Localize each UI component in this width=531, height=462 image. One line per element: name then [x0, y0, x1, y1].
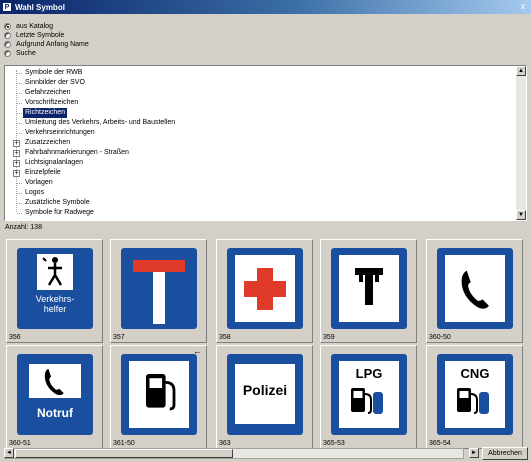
symbol-cell[interactable]: 358 — [216, 239, 313, 343]
symbol-code: 365-53 — [323, 440, 345, 447]
tree-vertical-scrollbar[interactable]: ▲ ▼ — [516, 66, 526, 220]
tree-item[interactable]: Zusatzzeichen — [23, 138, 72, 148]
expand-toggle[interactable]: + — [13, 149, 20, 157]
symbol-code: 357 — [113, 334, 125, 341]
scroll-thumb[interactable] — [15, 449, 233, 458]
tree-branch — [17, 203, 22, 204]
sign-text: LPG — [355, 366, 383, 381]
symbol-code: 358 — [219, 334, 231, 341]
symbol-code: 363 — [219, 440, 231, 447]
tree-branch — [17, 193, 22, 194]
traffic-sign-notruf-icon — [15, 352, 95, 437]
scroll-down-button[interactable]: ▼ — [516, 210, 526, 220]
tree-item[interactable]: Lichtsignalanlagen — [23, 158, 85, 168]
tree-item[interactable]: Symbole für Radwege — [23, 208, 96, 218]
symbol-cell[interactable]: Notruf 360-51 — [6, 345, 103, 449]
radio-button[interactable] — [4, 50, 11, 57]
tree-item[interactable]: Symbole der RWB — [23, 68, 84, 78]
tree-item[interactable]: Gefahrzeichen — [23, 88, 73, 98]
sign-text: Notruf — [37, 406, 73, 420]
symbol-cell[interactable]: 359 — [320, 239, 417, 343]
symbol-code: 359 — [323, 334, 335, 341]
option-label: Suche — [16, 50, 36, 57]
symbol-code: 360-51 — [9, 440, 31, 447]
symbol-cell[interactable]: ← 361-50 — [110, 345, 207, 449]
tree-item[interactable]: Zusätzliche Symbole — [23, 198, 92, 208]
tree-branch — [17, 73, 22, 74]
traffic-sign-phone-icon — [435, 246, 515, 331]
option-row[interactable]: Aufgrund Anfang Name — [4, 40, 89, 49]
radio-button[interactable] — [4, 23, 11, 30]
close-button[interactable]: x — [517, 1, 529, 12]
option-row[interactable]: Suche — [4, 49, 89, 58]
sign-text: CNG — [460, 366, 490, 381]
traffic-sign-deadend-icon — [119, 246, 199, 331]
tree-branch — [17, 213, 22, 214]
expand-toggle[interactable]: + — [13, 139, 20, 147]
tree-item[interactable]: Verkehrseinrichtungen — [23, 128, 97, 138]
option-label: Letzte Symbole — [16, 32, 65, 39]
symbol-code: 365-54 — [429, 440, 451, 447]
symbol-code: 361-50 — [113, 440, 135, 447]
tree-branch — [17, 93, 22, 94]
traffic-sign-fuel-icon — [119, 352, 199, 437]
symbol-cell[interactable]: Verkehrs- helfer 356 — [6, 239, 103, 343]
left-arrow-icon: ← — [193, 346, 202, 356]
traffic-sign-wrench-icon — [329, 246, 409, 331]
tree-item[interactable]: Logos — [23, 188, 46, 198]
tree-branch — [17, 113, 22, 114]
tree-item[interactable]: Vorschriftzeichen — [23, 98, 80, 108]
tree-branch — [17, 183, 22, 184]
symbol-cell[interactable]: 357 — [110, 239, 207, 343]
radio-button[interactable] — [4, 41, 11, 48]
symbol-code: 360-50 — [429, 334, 451, 341]
symbol-cell[interactable]: 360-50 — [426, 239, 523, 343]
scroll-left-button[interactable]: ◄ — [4, 448, 14, 458]
option-row[interactable]: aus Katalog — [4, 22, 89, 31]
tree-branch — [17, 133, 22, 134]
radio-button[interactable] — [4, 32, 11, 39]
expand-toggle[interactable]: + — [13, 169, 20, 177]
scroll-right-button[interactable]: ► — [469, 448, 479, 458]
tree-item[interactable]: Sinnbilder der SVO — [23, 78, 87, 88]
tree-item[interactable]: Richtzeichen — [23, 108, 68, 118]
tree-item[interactable]: Umleitung des Verkehrs, Arbeits- und Bau… — [23, 118, 177, 128]
scroll-up-button[interactable]: ▲ — [516, 66, 526, 76]
tree-branch — [17, 103, 22, 104]
option-label: Aufgrund Anfang Name — [16, 41, 89, 48]
app-icon: P — [2, 2, 12, 12]
traffic-sign-lpg-icon — [329, 352, 409, 437]
traffic-sign-firstaid-icon — [225, 246, 305, 331]
tree-branch — [17, 83, 22, 84]
cancel-button[interactable]: Abbrechen — [482, 447, 528, 460]
tree-item[interactable]: Fahrbahnmarkierungen - Straßen — [23, 148, 131, 158]
expand-toggle[interactable]: + — [13, 159, 20, 167]
source-options: aus Katalog Letzte Symbole Aufgrund Anfang… — [4, 22, 89, 58]
symbol-grid: ← Verkehrs- helfer 356 357 358 359 360-50 Notr… — [0, 233, 531, 449]
symbol-cell[interactable]: LPG 365-53 — [320, 345, 417, 449]
traffic-sign-cng-icon — [435, 352, 515, 437]
tree-branch — [17, 123, 22, 124]
sign-text: Polizei — [242, 382, 288, 398]
option-row[interactable]: Letzte Symbole — [4, 31, 89, 40]
tree-item[interactable]: Vorlagen — [23, 178, 55, 188]
option-label: aus Katalog — [16, 23, 53, 30]
traffic-sign-helper-icon — [15, 246, 95, 331]
tree-item[interactable]: Einzelpfeile — [23, 168, 63, 178]
symbol-cell[interactable]: CNG 365-54 — [426, 345, 523, 449]
symbol-count: Anzahl: 138 — [5, 224, 42, 231]
symbol-code: 356 — [9, 334, 21, 341]
title-bar: P Wahl Symbol x — [0, 0, 531, 14]
window-title: Wahl Symbol — [15, 2, 65, 12]
catalog-tree[interactable]: ▲ ▼ Symbole der RWB Sinnbilder der SVO Gef… — [4, 65, 527, 221]
sign-text: Verkehrs- helfer — [35, 294, 75, 314]
symbol-cell[interactable]: Polizei 363 — [216, 345, 313, 449]
grid-horizontal-scrollbar[interactable]: ◄ — [4, 448, 464, 459]
